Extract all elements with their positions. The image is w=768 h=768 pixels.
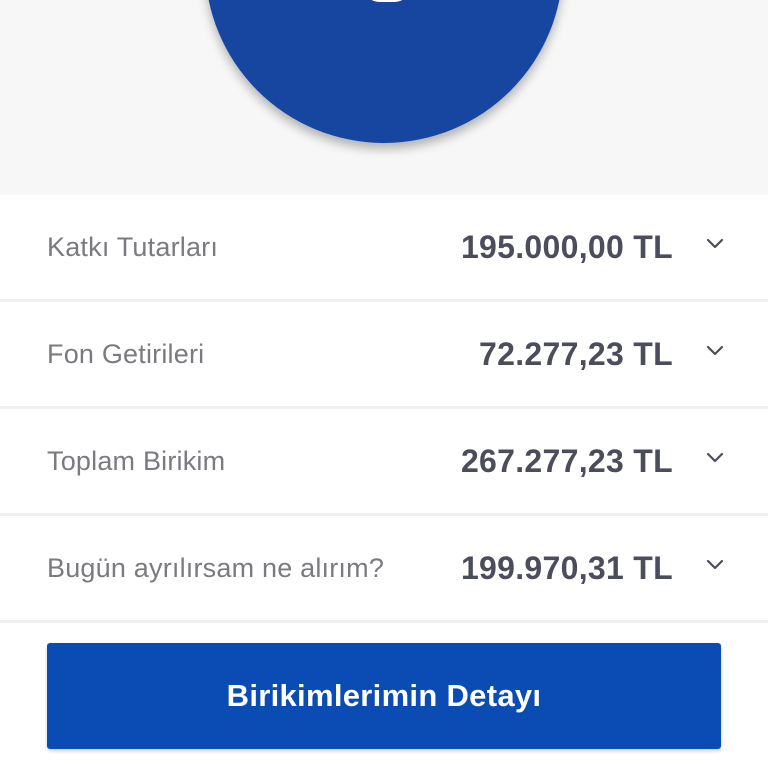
chevron-down-icon[interactable] [706,559,724,571]
row-value: 199.970,31 TL [460,550,673,586]
header-area [0,0,768,196]
row-bugun-ayrilirsam[interactable]: Bugün ayrılırsam ne alırım? 199.970,31 T… [0,516,768,623]
chevron-down-icon[interactable] [706,345,724,357]
row-katki-tutarlari[interactable]: Katkı Tutarları 195.000,00 TL [0,195,768,302]
row-fon-getirileri[interactable]: Fon Getirileri 72.277,23 TL [0,302,768,409]
row-value: 72.277,23 TL [479,336,673,372]
row-label: Bugün ayrılırsam ne alırım? [47,553,385,583]
chevron-down-icon[interactable] [706,238,724,250]
brand-logo-icon [365,0,409,2]
row-value: 267.277,23 TL [460,443,673,479]
savings-detail-button[interactable]: Birikimlerimin Detayı [47,643,721,749]
chevron-down-icon[interactable] [706,452,724,464]
savings-summary-list: Katkı Tutarları 195.000,00 TL Fon Getiri… [0,195,768,623]
row-toplam-birikim[interactable]: Toplam Birikim 267.277,23 TL [0,409,768,516]
row-label: Toplam Birikim [47,446,226,476]
brand-circle [205,0,563,143]
row-value: 195.000,00 TL [460,229,673,265]
row-label: Fon Getirileri [47,339,205,369]
row-label: Katkı Tutarları [47,232,219,262]
